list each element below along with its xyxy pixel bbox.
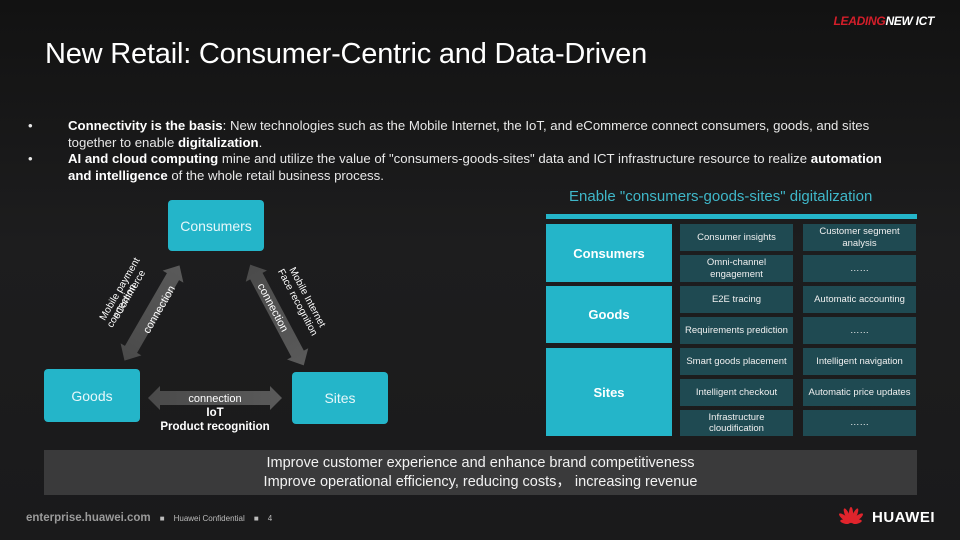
cell-consumer-insights: Consumer insights xyxy=(680,224,793,251)
cell-e2e-tracing: E2E tracing xyxy=(680,286,793,313)
node-consumers: Consumers xyxy=(168,200,264,251)
summary-line-2: Improve operational efficiency, reducing… xyxy=(263,474,698,490)
cell-intelligent-checkout: Intelligent checkout xyxy=(680,379,793,406)
footer-separator: ■ xyxy=(253,514,259,523)
summary-line-1: Improve customer experience and enhance … xyxy=(266,455,695,471)
node-sites-label: Sites xyxy=(324,390,356,406)
cell-requirements-prediction: Requirements prediction xyxy=(680,317,793,344)
huawei-logo: HUAWEI xyxy=(836,506,935,528)
footer-page-number: 4 xyxy=(267,514,273,523)
summary-banner: Improve customer experience and enhance … xyxy=(44,450,917,495)
cell-sites-more: …… xyxy=(803,410,916,436)
bottom-arrow-labels: connection IoT Product recognition xyxy=(150,392,280,434)
huawei-brand-text: HUAWEI xyxy=(872,508,935,526)
cell-consumers-more: …… xyxy=(803,255,916,282)
category-label: Sites xyxy=(593,384,625,400)
node-consumers-label: Consumers xyxy=(180,217,252,234)
node-sites: Sites xyxy=(292,372,388,424)
node-goods-label: Goods xyxy=(71,387,113,404)
cell-infrastructure-cloudification: Infrastructure cloudification xyxy=(680,410,793,436)
cell-intelligent-navigation: Intelligent navigation xyxy=(803,348,916,375)
category-consumers: Consumers xyxy=(546,224,672,282)
cell-customer-segment-analysis: Customer segment analysis xyxy=(803,224,916,251)
category-label: Goods xyxy=(588,307,630,322)
cell-smart-goods-placement: Smart goods placement xyxy=(680,348,793,375)
footer-confidential: Huawei Confidential xyxy=(173,514,245,523)
footer-site-link[interactable]: enterprise.huawei.com xyxy=(26,512,151,524)
huawei-petal-icon xyxy=(839,507,863,524)
cell-automatic-price-updates: Automatic price updates xyxy=(803,379,916,406)
panel-accent-bar xyxy=(546,214,917,219)
bottom-arrow-tech-line2: Product recognition xyxy=(160,421,270,433)
category-label: Consumers xyxy=(573,245,645,261)
cell-goods-more: …… xyxy=(803,317,916,344)
category-goods: Goods xyxy=(546,286,672,343)
footer-separator: ■ xyxy=(159,514,165,523)
cell-automatic-accounting: Automatic accounting xyxy=(803,286,916,313)
cell-omni-channel-engagement: Omni-channel engagement xyxy=(680,255,793,282)
node-goods: Goods xyxy=(44,369,140,422)
bottom-arrow-tech-line1: IoT xyxy=(206,407,224,419)
bottom-arrow-connection-text: connection xyxy=(188,393,242,405)
category-sites: Sites xyxy=(546,348,672,436)
footer: enterprise.huawei.com ■ Huawei Confident… xyxy=(26,512,272,524)
